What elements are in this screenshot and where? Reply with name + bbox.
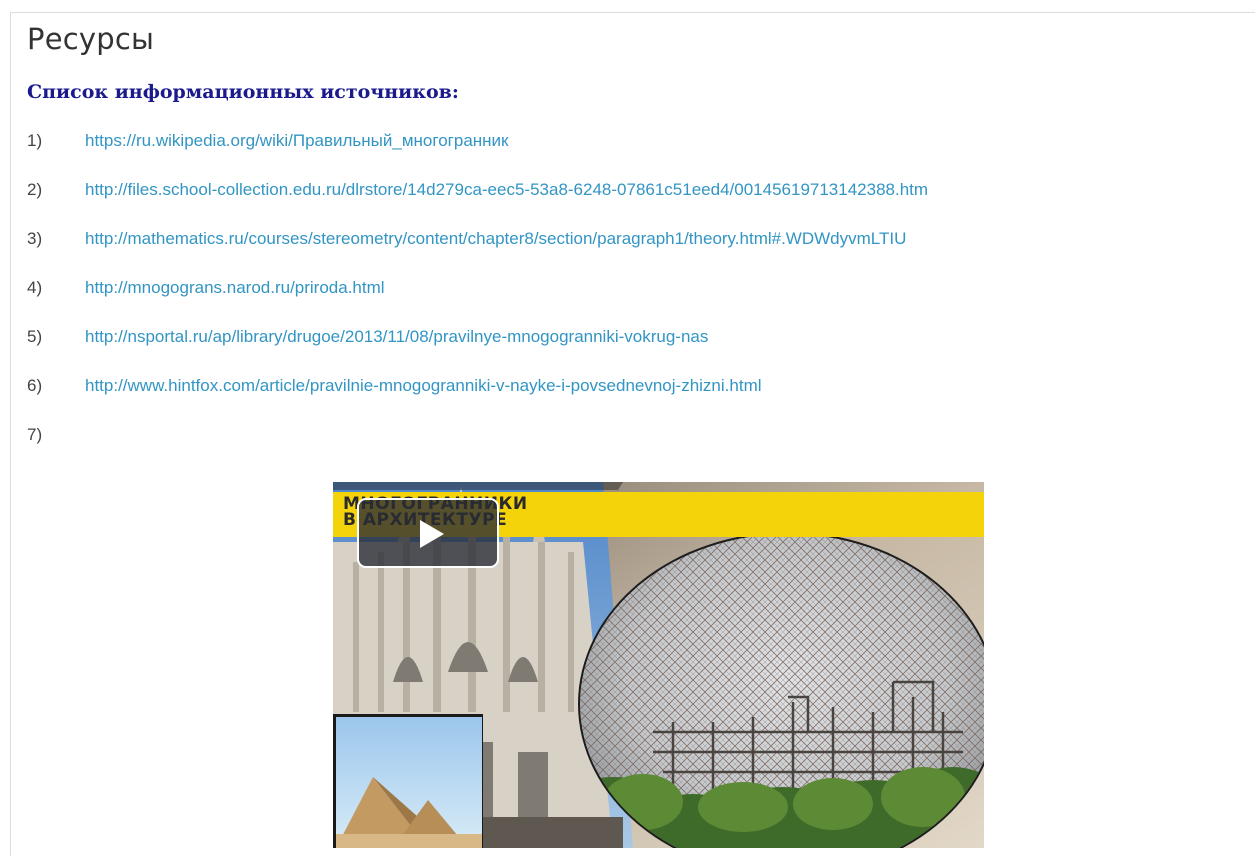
sources-list: 1) https://ru.wikipedia.org/wiki/Правиль… <box>27 131 1237 474</box>
list-item-number: 7) <box>27 425 43 444</box>
source-link[interactable]: http://files.school-collection.edu.ru/dl… <box>85 180 928 200</box>
source-link[interactable]: http://www.hintfox.com/article/pravilnie… <box>85 376 762 396</box>
source-link[interactable]: http://mnogograns.narod.ru/priroda.html <box>85 278 385 298</box>
list-item-number: 6) <box>27 376 43 395</box>
list-item-number: 1) <box>27 131 43 150</box>
list-item: 7) <box>27 425 1237 474</box>
list-item-number: 3) <box>27 229 43 248</box>
play-button[interactable] <box>357 498 499 568</box>
list-item-number: 5) <box>27 327 43 346</box>
list-item: 3) http://mathematics.ru/courses/stereom… <box>27 229 1237 278</box>
page-title: Ресурсы <box>27 22 155 56</box>
sources-heading: Список информационных источников: <box>27 81 459 103</box>
source-link[interactable]: http://nsportal.ru/ap/library/drugoe/201… <box>85 327 708 347</box>
source-link[interactable]: http://mathematics.ru/courses/stereometr… <box>85 229 906 249</box>
list-item: 4) http://mnogograns.narod.ru/priroda.ht… <box>27 278 1237 327</box>
list-item: 1) https://ru.wikipedia.org/wiki/Правиль… <box>27 131 1237 180</box>
list-item: 5) http://nsportal.ru/ap/library/drugoe/… <box>27 327 1237 376</box>
list-item: 2) http://files.school-collection.edu.ru… <box>27 180 1237 229</box>
list-item-number: 4) <box>27 278 43 297</box>
source-link[interactable]: https://ru.wikipedia.org/wiki/Правильный… <box>85 131 508 151</box>
list-item-number: 2) <box>27 180 43 199</box>
list-item: 6) http://www.hintfox.com/article/pravil… <box>27 376 1237 425</box>
video-player[interactable]: МНОГОГРАННИКИ В АРХИТЕКТУРЕ <box>333 482 984 848</box>
play-icon <box>420 520 444 548</box>
